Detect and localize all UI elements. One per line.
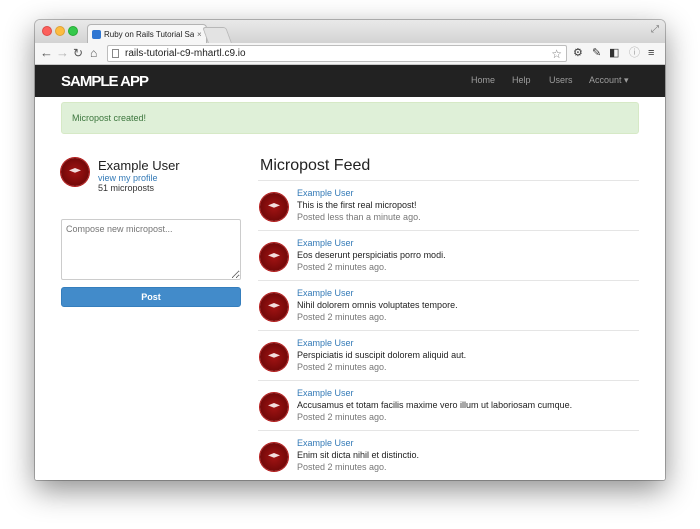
feed-user-link[interactable]: Example User <box>297 388 354 398</box>
extension-icon[interactable]: ◧ <box>609 46 619 60</box>
feed-item: Example User This is the first real micr… <box>258 180 639 230</box>
feed-content: This is the first real micropost! <box>297 200 417 210</box>
feed-user-link[interactable]: Example User <box>297 438 354 448</box>
flash-success-alert: Micropost created! <box>61 102 639 134</box>
feed-content: Perspiciatis id suscipit dolorem aliquid… <box>297 350 467 360</box>
pencil-icon[interactable]: ✎ <box>592 46 601 60</box>
tab-title: Ruby on Rails Tutorial Sam <box>104 30 194 39</box>
feed-timestamp: Posted 2 minutes ago. <box>297 462 387 472</box>
feed-timestamp: Posted 2 minutes ago. <box>297 312 387 322</box>
feed-user-link[interactable]: Example User <box>297 238 354 248</box>
feed-avatar[interactable] <box>260 343 288 371</box>
feed-content: Accusamus et totam facilis maxime vero i… <box>297 400 573 410</box>
feed-content: Enim sit dicta nihil et distinctio. <box>297 450 420 460</box>
post-button[interactable]: Post <box>61 287 241 307</box>
gear-icon[interactable]: ⚙ <box>573 46 583 60</box>
feed-title: Micropost Feed <box>260 157 371 174</box>
feed-timestamp: Posted 2 minutes ago. <box>297 362 387 372</box>
feed-item: Example User Eos deserunt perspiciatis p… <box>258 230 639 280</box>
nav-users-link[interactable]: Users <box>549 75 573 85</box>
feed-timestamp: Posted less than a minute ago. <box>297 212 421 222</box>
browser-tab[interactable]: Ruby on Rails Tutorial Sam × <box>87 24 207 44</box>
feed-avatar[interactable] <box>260 243 288 271</box>
profile-name: Example User <box>98 158 180 173</box>
user-avatar[interactable] <box>61 158 89 186</box>
nav-help-link[interactable]: Help <box>512 75 531 85</box>
reload-icon[interactable]: ↻ <box>73 45 83 61</box>
feed-item: Example User Nihil dolorem omnis volupta… <box>258 280 639 330</box>
micropost-input[interactable] <box>61 219 241 280</box>
minimize-window-button[interactable] <box>55 26 65 36</box>
browser-toolbar: ← → ↻ ⌂ rails-tutorial-c9-mhartl.c9.io ☆… <box>35 43 665 65</box>
feed-item: Example User Accusamus et totam facilis … <box>258 380 639 430</box>
feed-content: Eos deserunt perspiciatis porro modi. <box>297 250 446 260</box>
feed-item: Example User Enim sit dicta nihil et dis… <box>258 430 639 480</box>
feed-list: Example User This is the first real micr… <box>258 180 639 480</box>
site-logo[interactable]: SAMPLE APP <box>61 73 149 90</box>
feed-timestamp: Posted 2 minutes ago. <box>297 412 387 422</box>
flash-message: Micropost created! <box>72 113 147 123</box>
info-icon[interactable]: ⓘ <box>629 46 640 60</box>
nav-account-dropdown[interactable]: Account ▾ <box>589 75 629 86</box>
page-content: SAMPLE APP Home Help Users Account ▾ Mic… <box>35 65 665 480</box>
feed-user-link[interactable]: Example User <box>297 338 354 348</box>
url-text[interactable]: rails-tutorial-c9-mhartl.c9.io <box>125 48 551 59</box>
view-profile-link[interactable]: view my profile <box>98 173 158 183</box>
site-navbar: SAMPLE APP Home Help Users Account ▾ <box>35 65 665 97</box>
feed-timestamp: Posted 2 minutes ago. <box>297 262 387 272</box>
feed-user-link[interactable]: Example User <box>297 188 354 198</box>
feed-avatar[interactable] <box>260 443 288 471</box>
feed-item: Example User Perspiciatis id suscipit do… <box>258 330 639 380</box>
home-icon[interactable]: ⌂ <box>90 45 97 61</box>
address-bar[interactable]: rails-tutorial-c9-mhartl.c9.io ☆ <box>107 45 567 62</box>
feed-avatar[interactable] <box>260 193 288 221</box>
back-arrow-icon[interactable]: ← <box>40 45 53 61</box>
fullscreen-icon[interactable]: ⤢ <box>651 24 659 35</box>
tab-close-icon[interactable]: × <box>197 30 202 39</box>
feed-content: Nihil dolorem omnis voluptates tempore. <box>297 300 458 310</box>
new-tab-button[interactable] <box>202 27 232 43</box>
zoom-window-button[interactable] <box>68 26 78 36</box>
feed-user-link[interactable]: Example User <box>297 288 354 298</box>
title-bar: Ruby on Rails Tutorial Sam × ⤢ <box>35 20 665 44</box>
feed-avatar[interactable] <box>260 393 288 421</box>
nav-home-link[interactable]: Home <box>471 75 495 85</box>
forward-arrow-icon[interactable]: → <box>56 45 69 61</box>
close-window-button[interactable] <box>42 26 52 36</box>
menu-icon[interactable]: ≡ <box>648 46 654 60</box>
favicon-icon <box>92 30 101 39</box>
page-icon <box>112 49 119 58</box>
browser-window: Ruby on Rails Tutorial Sam × ⤢ ← → ↻ ⌂ r… <box>35 20 665 480</box>
feed-avatar[interactable] <box>260 293 288 321</box>
bookmark-star-icon[interactable]: ☆ <box>551 47 562 61</box>
micropost-count: 51 microposts <box>98 183 155 193</box>
